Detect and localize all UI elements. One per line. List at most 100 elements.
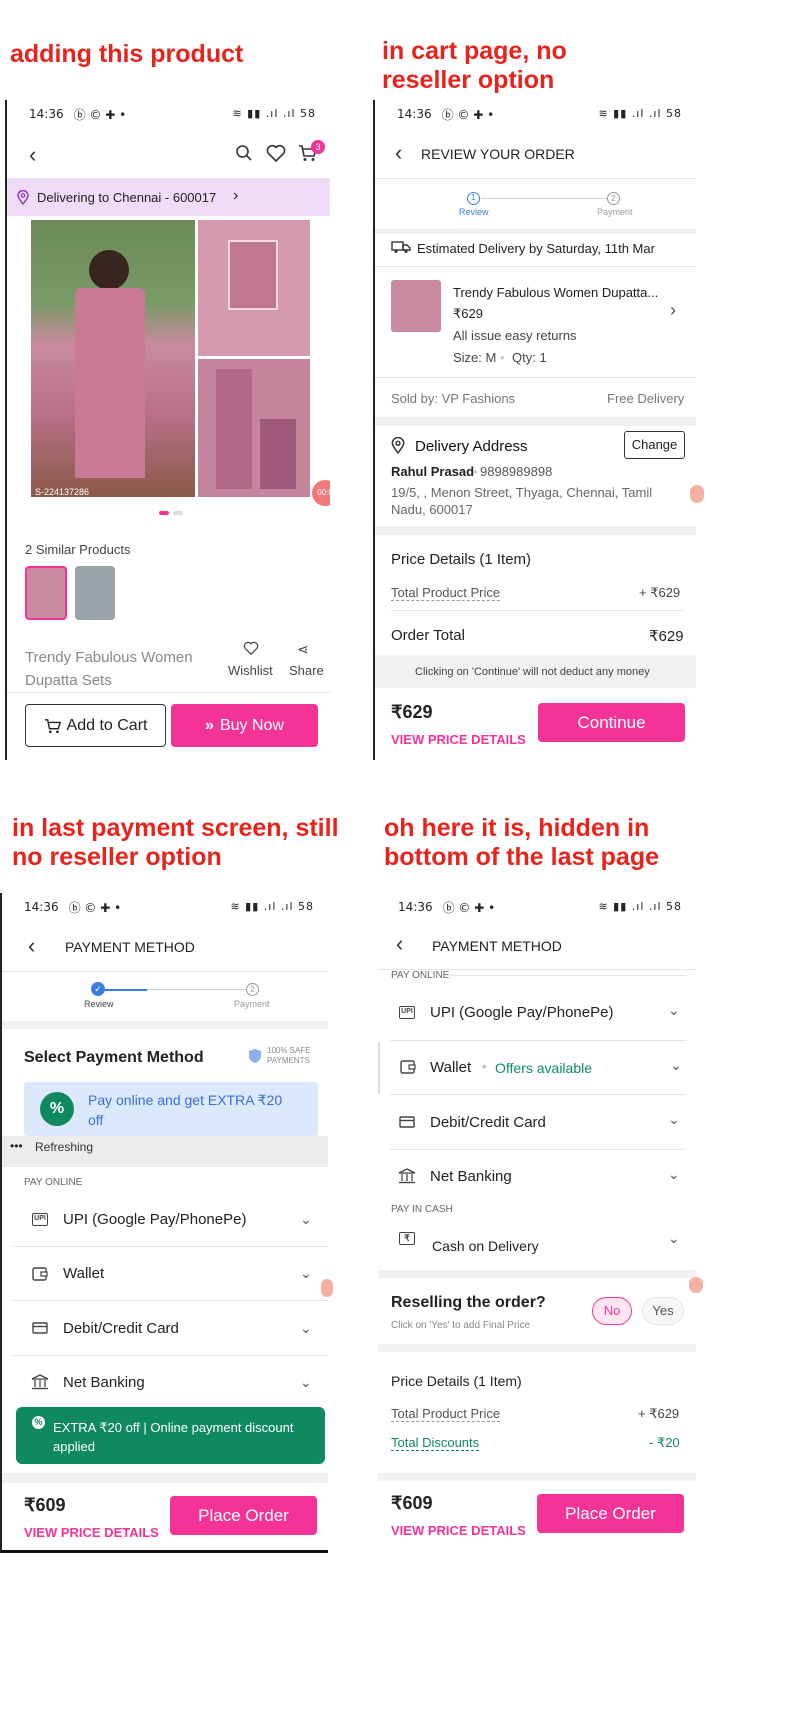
address-line1: 19/5, , Menon Street, Thyaga, Chennai, T… <box>391 485 653 500</box>
change-address-button[interactable]: Change <box>624 431 685 459</box>
chevron-down-icon: ⌄ <box>668 1002 680 1018</box>
product-main-image[interactable]: S-224137286 <box>31 220 195 497</box>
add-to-cart-button[interactable]: Add to Cart <box>25 704 166 747</box>
address-line2: Nadu, 600017 <box>391 502 473 517</box>
buy-now-label: Buy Now <box>219 716 284 734</box>
search-icon[interactable] <box>235 144 253 167</box>
continue-button[interactable]: Continue <box>538 703 685 742</box>
bottom-price: ₹609 <box>24 1495 66 1515</box>
caption-3b: no reseller option <box>12 843 222 871</box>
step-review-label: Review <box>459 207 489 217</box>
resell-no-button[interactable]: No <box>592 1297 632 1325</box>
product-image-detail-2[interactable] <box>198 359 310 497</box>
page-title: REVIEW YOUR ORDER <box>421 146 575 162</box>
timer-bubble-edge <box>689 1277 703 1293</box>
view-price-details-link[interactable]: VIEW PRICE DETAILS <box>391 732 526 747</box>
upi-option[interactable]: UPI UPI (Google Pay/PhonePe) ⌄ <box>2 1193 328 1246</box>
chevron-down-icon: ⌄ <box>300 1265 312 1281</box>
wishlist-small-heart-icon[interactable] <box>243 641 259 660</box>
total-product-price-value: + ₹629 <box>639 585 681 600</box>
place-order-button[interactable]: Place Order <box>170 1496 317 1535</box>
model-head <box>89 250 129 290</box>
wishlist-heart-icon[interactable] <box>266 144 286 167</box>
cart-product-thumb[interactable] <box>391 280 441 332</box>
delivery-banner[interactable]: Delivering to Chennai - 600017 › <box>7 178 330 216</box>
wallet-label: Wallet <box>63 1265 105 1282</box>
product-image-detail-1[interactable] <box>198 220 310 356</box>
dot-separator: • <box>500 350 505 365</box>
step-payment-label: Payment <box>597 207 633 217</box>
timer-bubble[interactable]: 00:0 <box>312 480 330 506</box>
price-details-title: Price Details (1 Item) <box>391 1373 522 1389</box>
cart-product-title[interactable]: Trendy Fabulous Women Dupatta... <box>453 285 658 300</box>
cod-option[interactable]: ₹ Cash on Delivery ⌄ <box>378 1220 696 1270</box>
offer-line2: off <box>88 1112 104 1128</box>
pay-online-label: PAY ONLINE <box>24 1177 83 1188</box>
status-bar: 14:36 ⓑ © ✚ • ≋ ▮▮ .ıl .ıl 58 <box>378 893 696 921</box>
netbanking-option[interactable]: Net Banking ⌄ <box>2 1357 328 1410</box>
total-discounts-value: - ₹20 <box>649 1435 680 1450</box>
back-arrow-icon[interactable]: ‹ <box>29 142 36 168</box>
refreshing-text: Refreshing <box>35 1140 94 1154</box>
caption-4b: bottom of the last page <box>384 843 659 871</box>
price-details-title: Price Details (1 Item) <box>391 551 532 568</box>
chevron-down-icon: ⌄ <box>300 1211 312 1227</box>
status-right-icons: ≋ ▮▮ .ıl .ıl 58 <box>230 900 314 913</box>
status-bar: 14:36 ⓑ © ✚ • ≋ ▮▮ .ıl .ıl 58 <box>2 893 328 921</box>
caption-2a: in cart page, no <box>382 37 567 65</box>
back-arrow-icon[interactable]: ‹ <box>28 933 35 959</box>
resell-yes-button[interactable]: Yes <box>642 1297 684 1325</box>
card-option[interactable]: Debit/Credit Card ⌄ <box>378 1096 696 1148</box>
back-arrow-icon[interactable]: ‹ <box>395 140 402 166</box>
stepper-line <box>147 989 247 990</box>
pay-online-label: PAY ONLINE <box>391 970 450 981</box>
carousel-dot <box>173 511 183 515</box>
caption-3a: in last payment screen, still <box>12 814 339 842</box>
step-review-indicator: 1 <box>467 192 480 205</box>
step-payment-label: Payment <box>234 999 270 1009</box>
view-price-details-link[interactable]: VIEW PRICE DETAILS <box>391 1523 526 1538</box>
select-payment-title: Select Payment Method <box>24 1049 204 1066</box>
wishlist-label[interactable]: Wishlist <box>228 663 273 678</box>
share-label[interactable]: Share <box>289 663 324 678</box>
similar-thumb-1[interactable] <box>25 566 67 620</box>
kurta-shape <box>75 288 145 478</box>
status-right-icons: ≋ ▮▮ .ıl .ıl 58 <box>232 107 316 120</box>
share-icon[interactable]: ⋖ <box>297 641 309 658</box>
delivering-text: Delivering to Chennai - 600017 <box>37 190 217 205</box>
screenshot-payment-method-scrolled: 14:36 ⓑ © ✚ • ≋ ▮▮ .ıl .ıl 58 ‹ PAYMENT … <box>378 893 696 1561</box>
discount-icon: % <box>32 1416 45 1429</box>
status-icons: ⓑ © ✚ • <box>73 107 127 122</box>
back-arrow-icon[interactable]: ‹ <box>396 931 403 957</box>
wallet-option[interactable]: Wallet ⌄ <box>2 1248 328 1301</box>
total-product-price-label[interactable]: Total Product Price <box>391 585 501 601</box>
screenshot-payment-method: 14:36 ⓑ © ✚ • ≋ ▮▮ .ıl .ıl 58 ‹ PAYMENT … <box>0 893 328 1553</box>
view-price-details-link[interactable]: VIEW PRICE DETAILS <box>24 1525 159 1540</box>
truck-icon <box>391 240 411 259</box>
similar-thumb-2[interactable] <box>75 566 115 620</box>
product-title-line1: Trendy Fabulous Women <box>25 649 193 666</box>
screenshot-product-page: 14:36 ⓑ © ✚ • ≋ ▮▮ .ıl .ıl 58 ‹ 3 Delive… <box>5 100 330 760</box>
continue-notice: Clicking on 'Continue' will not deduct a… <box>415 666 650 678</box>
wallet-option[interactable]: Wallet • Offers available ⌄ <box>378 1042 696 1094</box>
status-icons: ⓑ © ✚ • <box>68 900 122 915</box>
card-option[interactable]: Debit/Credit Card ⌄ <box>2 1302 328 1355</box>
sold-by: Sold by: VP Fashions <box>391 391 516 406</box>
total-product-price-label[interactable]: Total Product Price <box>391 1406 501 1422</box>
place-order-button[interactable]: Place Order <box>537 1494 684 1533</box>
free-delivery: Free Delivery <box>607 391 685 406</box>
address-name: Rahul Prasad <box>391 464 475 479</box>
buy-now-button[interactable]: » Buy Now <box>171 704 318 747</box>
status-time: 14:36 <box>398 900 433 914</box>
page-title: PAYMENT METHOD <box>65 939 195 955</box>
netbanking-label: Net Banking <box>63 1374 145 1391</box>
total-discounts-label[interactable]: Total Discounts <box>391 1435 480 1451</box>
chevron-right-icon[interactable]: › <box>670 300 676 321</box>
step-review-done-check-icon: ✓ <box>91 982 105 996</box>
netbanking-option[interactable]: Net Banking ⌄ <box>378 1151 696 1203</box>
status-time: 14:36 <box>397 107 432 121</box>
similar-products-label: 2 Similar Products <box>25 542 131 557</box>
cod-label: Cash on Delivery <box>432 1238 539 1254</box>
upi-option[interactable]: UPI UPI (Google Pay/PhonePe) ⌄ <box>378 987 696 1039</box>
location-pin-icon <box>17 190 29 205</box>
